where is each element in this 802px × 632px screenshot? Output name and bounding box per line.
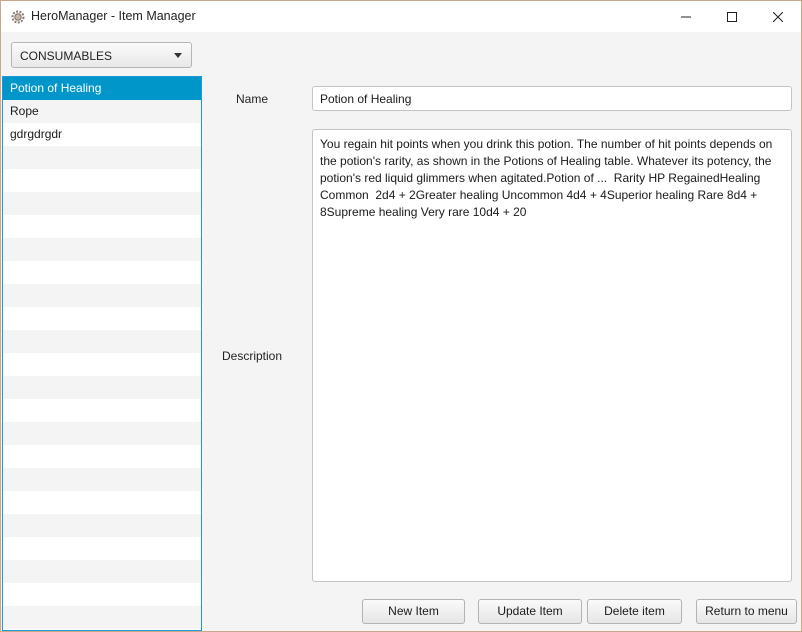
empty-list-row <box>3 238 201 261</box>
item-manager-window: HeroManager - Item Manager CONSUMABLES P… <box>0 0 802 632</box>
empty-list-row <box>3 445 201 468</box>
gear-app-icon <box>11 10 25 24</box>
empty-list-row <box>3 537 201 560</box>
category-dropdown[interactable]: CONSUMABLES <box>11 42 192 68</box>
empty-list-row <box>3 491 201 514</box>
delete-item-button[interactable]: Delete item <box>587 599 682 624</box>
window-title: HeroManager - Item Manager <box>31 9 196 23</box>
empty-list-row <box>3 468 201 491</box>
empty-list-row <box>3 307 201 330</box>
description-label: Description <box>222 349 283 363</box>
maximize-button[interactable] <box>709 1 755 32</box>
empty-list-row <box>3 353 201 376</box>
return-to-menu-button[interactable]: Return to menu <box>696 599 797 624</box>
empty-list-row <box>3 606 201 629</box>
close-icon <box>773 11 783 22</box>
empty-list-row <box>3 192 201 215</box>
empty-list-row <box>3 583 201 606</box>
name-label: Name <box>236 92 269 106</box>
name-input[interactable] <box>312 86 792 111</box>
list-item[interactable]: Rope <box>3 100 201 123</box>
minimize-button[interactable] <box>663 1 709 32</box>
empty-list-row <box>3 215 201 238</box>
empty-list-row <box>3 284 201 307</box>
empty-list-row <box>3 422 201 445</box>
empty-list-row <box>3 261 201 284</box>
title-bar[interactable]: HeroManager - Item Manager <box>1 1 801 32</box>
list-item[interactable]: Potion of Healing <box>3 77 201 100</box>
description-textarea[interactable]: You regain hit points when you drink thi… <box>312 129 792 582</box>
category-selected-value: CONSUMABLES <box>20 49 113 63</box>
update-item-button[interactable]: Update Item <box>478 599 582 624</box>
empty-list-row <box>3 514 201 537</box>
empty-list-row <box>3 146 201 169</box>
main-content: CONSUMABLES Potion of Healing Rope gdrgdrg… <box>1 32 801 631</box>
minimize-icon <box>681 16 691 17</box>
item-list[interactable]: Potion of Healing Rope gdrgdrgdr <box>2 76 202 631</box>
chevron-down-icon <box>174 53 182 58</box>
close-button[interactable] <box>755 1 801 32</box>
new-item-button[interactable]: New Item <box>362 599 465 624</box>
empty-list-row <box>3 560 201 583</box>
list-item[interactable]: gdrgdrgdr <box>3 123 201 146</box>
empty-list-row <box>3 330 201 353</box>
maximize-icon <box>727 11 737 22</box>
empty-list-row <box>3 376 201 399</box>
empty-list-row <box>3 399 201 422</box>
empty-list-row <box>3 169 201 192</box>
